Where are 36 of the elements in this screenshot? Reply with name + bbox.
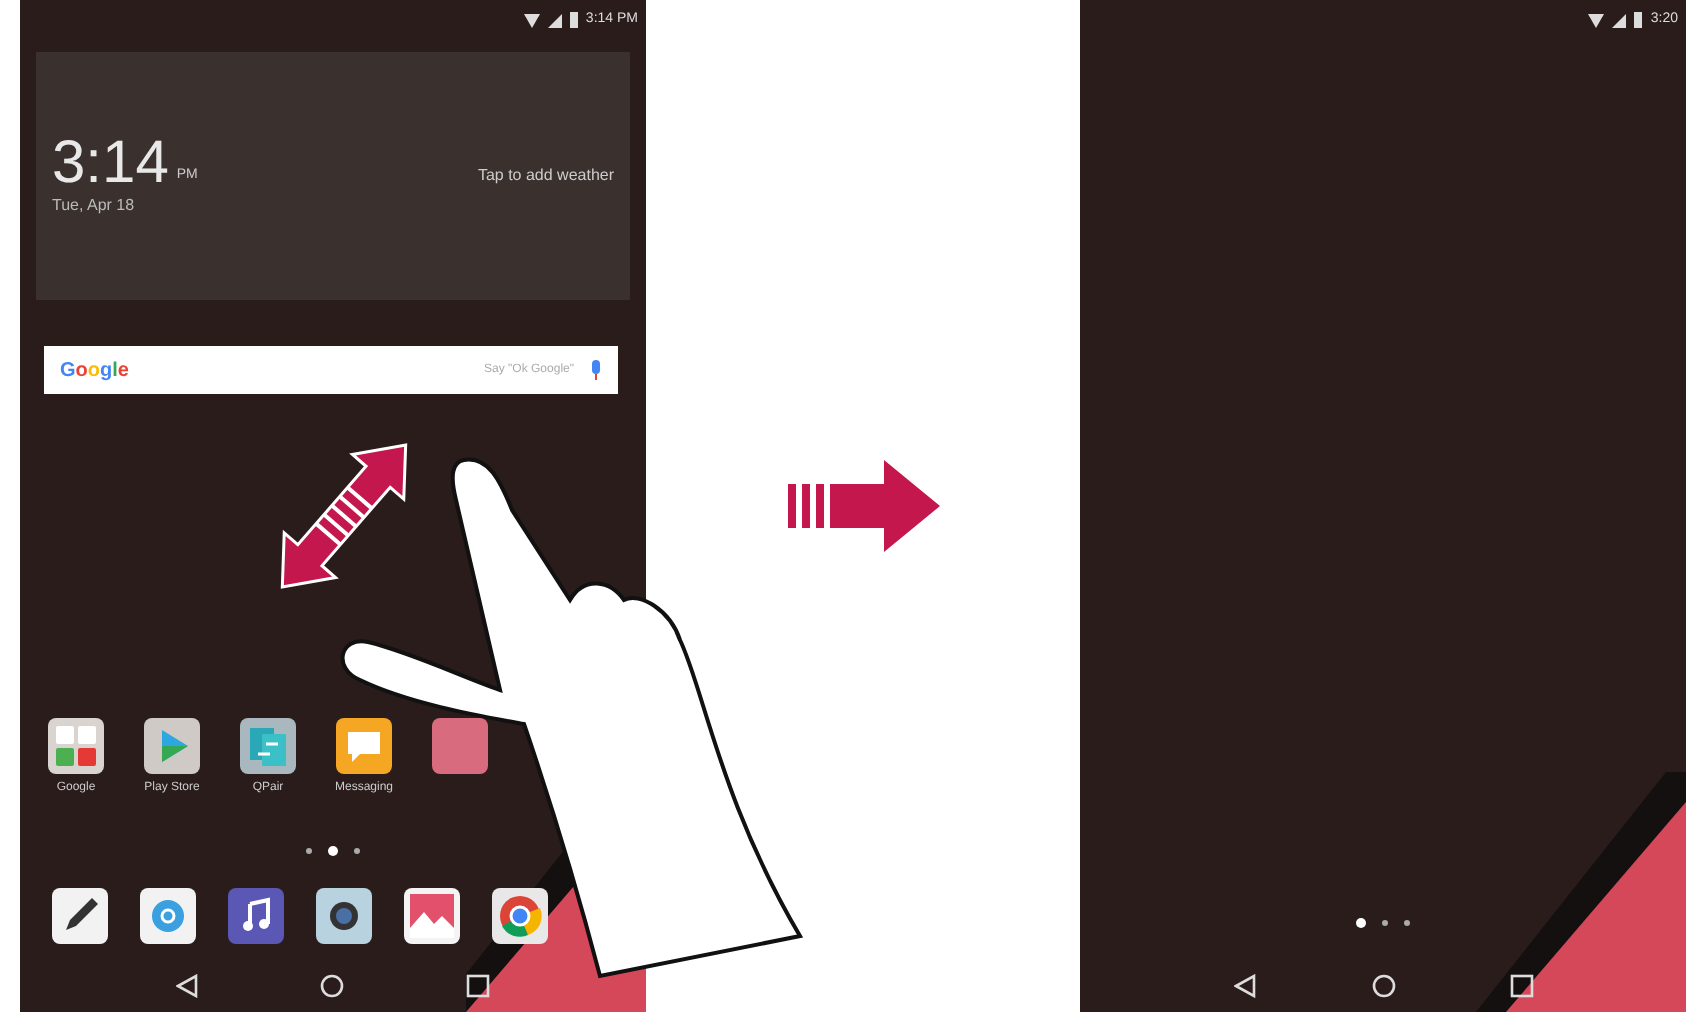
circle-logo-icon[interactable] — [492, 888, 548, 944]
recents-icon[interactable] — [465, 974, 490, 998]
pen-icon[interactable] — [52, 888, 108, 944]
recents-icon[interactable] — [1509, 974, 1533, 998]
wifi-icon — [523, 13, 540, 27]
page-indicator-dot[interactable] — [1404, 920, 1410, 926]
page-indicator-dot[interactable] — [306, 848, 312, 854]
swap-icon — [240, 718, 296, 774]
back-icon[interactable] — [1233, 974, 1257, 998]
play-icon — [144, 718, 200, 774]
microphone-icon — [590, 360, 602, 380]
page-indicator-dot[interactable] — [354, 848, 360, 854]
at-sign-icon[interactable] — [140, 888, 196, 944]
home-icon[interactable] — [1371, 974, 1395, 998]
clock-date: Tue, Apr 18 — [52, 194, 137, 218]
signal-icon — [547, 13, 562, 27]
double-arrow-icon — [280, 443, 408, 589]
back-icon[interactable] — [176, 974, 201, 998]
wifi-icon — [1588, 13, 1605, 27]
right-arrow-icon — [787, 460, 939, 552]
search-logo: Google — [60, 357, 129, 385]
music-note-icon[interactable] — [228, 888, 284, 944]
battery-icon — [1634, 12, 1643, 28]
app-icon — [432, 718, 488, 774]
page-indicator-dot[interactable] — [1382, 920, 1388, 926]
weather-hint[interactable]: Tap to add weather — [477, 164, 614, 188]
signal-icon — [1612, 13, 1627, 27]
mountain-picture-icon[interactable] — [404, 888, 460, 944]
battery-icon — [569, 12, 578, 28]
home-icon[interactable] — [320, 974, 345, 998]
clock-time: 3:14 — [52, 134, 169, 194]
page-indicator-dot[interactable] — [328, 846, 338, 856]
chat-bubble-icon — [336, 718, 392, 774]
page-indicator-dot[interactable] — [1356, 918, 1366, 928]
camera-icon[interactable] — [316, 888, 372, 944]
folder-icon — [48, 718, 104, 774]
